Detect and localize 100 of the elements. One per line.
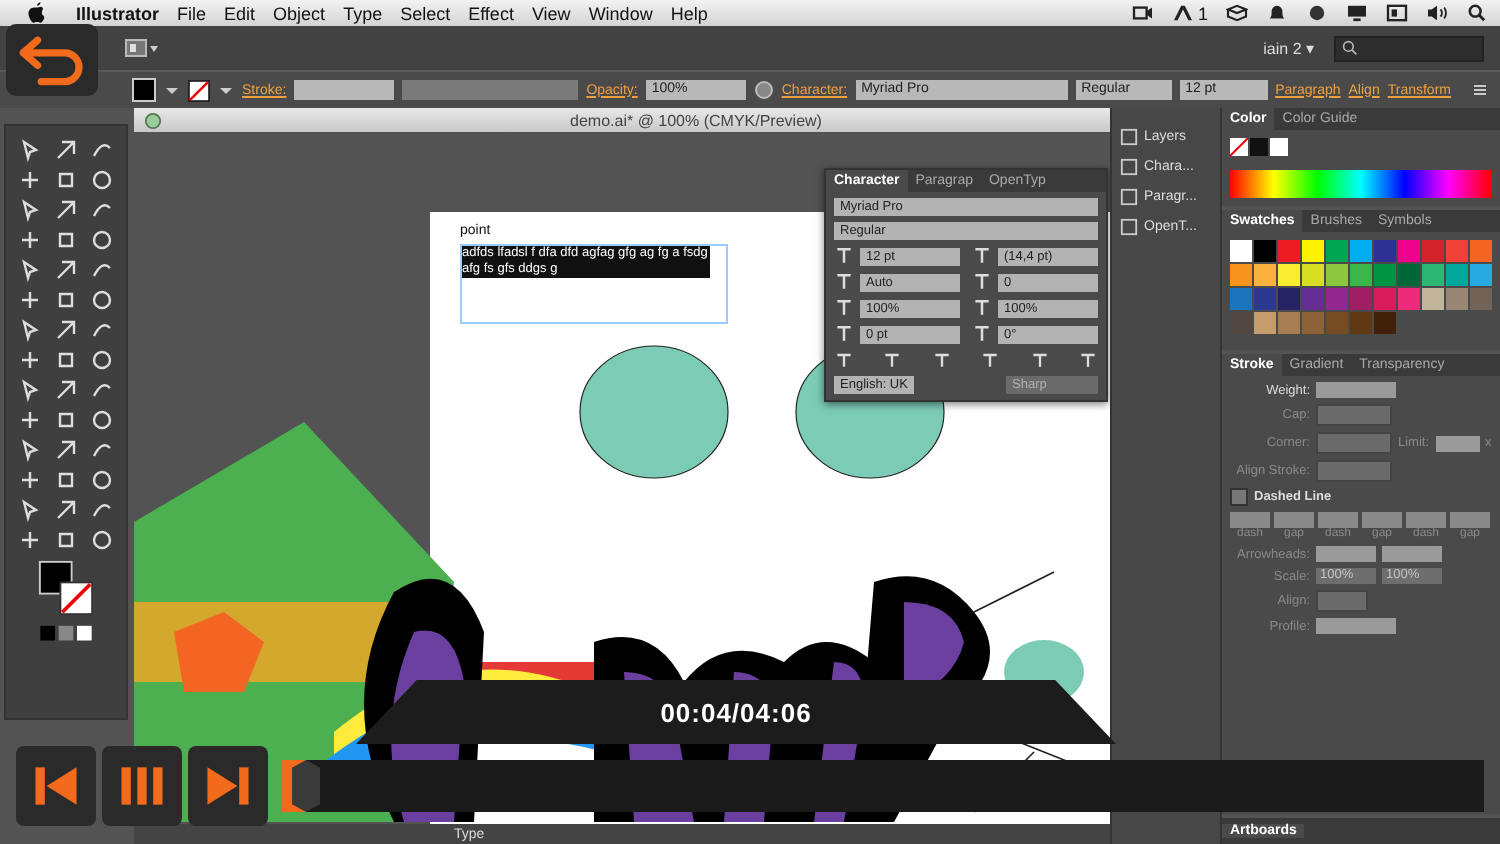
tool-icon[interactable]	[18, 528, 42, 552]
dash-field[interactable]	[1450, 512, 1490, 528]
tool-icon[interactable]	[18, 348, 42, 372]
menu-item[interactable]: Effect	[468, 3, 514, 23]
tool-icon[interactable]	[54, 288, 78, 312]
tool-icon[interactable]	[90, 318, 114, 342]
limit-field[interactable]	[1435, 435, 1480, 451]
apple-icon[interactable]	[28, 2, 46, 24]
tool-icon[interactable]	[18, 318, 42, 342]
fill-stroke-icon[interactable]	[38, 560, 94, 616]
stroke-weight-field[interactable]	[294, 80, 395, 100]
caret-icon[interactable]	[218, 82, 234, 98]
color-swatch[interactable]	[1422, 240, 1444, 262]
type-style-icon[interactable]	[980, 350, 1001, 370]
box-icon[interactable]	[1226, 4, 1248, 22]
tool-icon[interactable]	[90, 228, 114, 252]
type-style-icon[interactable]	[1077, 350, 1098, 370]
color-swatch[interactable]	[1446, 240, 1468, 262]
tool-icon[interactable]	[90, 168, 114, 192]
color-swatch[interactable]	[1278, 312, 1300, 334]
color-swatch[interactable]	[1326, 240, 1348, 262]
dashed-line-checkbox[interactable]	[1230, 488, 1248, 506]
color-swatch[interactable]	[1350, 264, 1372, 286]
workspace-switcher[interactable]: iain 2 ▾	[1263, 39, 1314, 57]
tool-icon[interactable]	[90, 528, 114, 552]
tool-icon[interactable]	[90, 468, 114, 492]
tool-icon[interactable]	[18, 288, 42, 312]
color-swatch[interactable]	[1446, 264, 1468, 286]
tool-icon[interactable]	[90, 288, 114, 312]
weight-field[interactable]	[1316, 382, 1396, 398]
color-swatch[interactable]	[1398, 264, 1420, 286]
caret-icon[interactable]	[164, 82, 180, 98]
menu-item[interactable]: Edit	[224, 3, 256, 23]
tool-icon[interactable]	[54, 438, 78, 462]
tool-icon[interactable]	[18, 138, 42, 162]
menu-item[interactable]: Window	[588, 3, 653, 23]
menu-item[interactable]: Object	[273, 3, 326, 23]
tool-icon[interactable]	[54, 318, 78, 342]
tool-icon[interactable]	[90, 408, 114, 432]
tool-icon[interactable]	[54, 468, 78, 492]
tool-icon[interactable]	[90, 378, 114, 402]
menu-item[interactable]: Select	[400, 3, 451, 23]
tool-icon[interactable]	[54, 138, 78, 162]
color-swatch[interactable]	[1254, 312, 1276, 334]
dash-field[interactable]	[1406, 512, 1446, 528]
app-menu[interactable]: Illustrator	[76, 3, 160, 23]
window-icon[interactable]	[1386, 4, 1408, 22]
color-swatch[interactable]	[1350, 312, 1372, 334]
color-swatch[interactable]	[1446, 288, 1468, 310]
search-field[interactable]	[1334, 35, 1484, 61]
tool-icon[interactable]	[18, 378, 42, 402]
tool-icon[interactable]	[18, 408, 42, 432]
tool-icon[interactable]	[18, 198, 42, 222]
dash-field[interactable]	[1274, 512, 1314, 528]
color-swatch[interactable]	[1302, 312, 1324, 334]
tool-icon[interactable]	[54, 228, 78, 252]
tool-icon[interactable]	[18, 438, 42, 462]
color-swatch[interactable]	[1326, 288, 1348, 310]
next-button[interactable]	[188, 746, 268, 826]
menu-item[interactable]: File	[177, 3, 207, 23]
color-swatch[interactable]	[1470, 264, 1492, 286]
color-swatch[interactable]	[1302, 288, 1324, 310]
document-tab[interactable]: demo.ai* @ 100% (CMYK/Preview)	[134, 108, 1110, 132]
tool-icon[interactable]	[90, 438, 114, 462]
dash-field[interactable]	[1230, 512, 1270, 528]
tool-icon[interactable]	[54, 498, 78, 522]
color-swatch[interactable]	[1254, 240, 1276, 262]
tool-icon[interactable]	[54, 378, 78, 402]
color-swatch[interactable]	[1230, 288, 1252, 310]
tool-icon[interactable]	[54, 258, 78, 282]
color-swatch[interactable]	[1422, 288, 1444, 310]
tool-icon[interactable]	[54, 198, 78, 222]
tool-icon[interactable]	[90, 258, 114, 282]
layout-icon[interactable]	[124, 38, 160, 58]
color-swatch[interactable]	[1422, 264, 1444, 286]
color-swatch[interactable]	[1254, 288, 1276, 310]
type-style-icon[interactable]	[882, 350, 903, 370]
back-button[interactable]	[6, 24, 98, 96]
close-icon[interactable]	[144, 111, 162, 129]
search-icon[interactable]	[1466, 4, 1488, 22]
color-spectrum[interactable]	[1230, 170, 1492, 198]
color-swatch[interactable]	[1230, 264, 1252, 286]
tool-icon[interactable]	[90, 198, 114, 222]
tool-icon[interactable]	[90, 498, 114, 522]
dash-field[interactable]	[1362, 512, 1402, 528]
menu-item[interactable]: View	[531, 3, 571, 23]
color-swatch[interactable]	[1302, 240, 1324, 262]
color-swatch[interactable]	[1374, 240, 1396, 262]
tool-icon[interactable]	[54, 528, 78, 552]
fill-swatch[interactable]	[132, 78, 156, 102]
previous-button[interactable]	[16, 746, 96, 826]
color-swatch[interactable]	[1278, 264, 1300, 286]
stroke-none-swatch[interactable]	[188, 79, 210, 101]
progress-handle[interactable]	[292, 760, 321, 812]
fill-stroke-swatches-icon[interactable]	[1230, 138, 1290, 158]
color-swatch[interactable]	[1326, 312, 1348, 334]
menu-item[interactable]: Type	[343, 3, 383, 23]
tool-icon[interactable]	[54, 408, 78, 432]
dash-field[interactable]	[1318, 512, 1358, 528]
progress-track[interactable]	[282, 760, 1484, 812]
